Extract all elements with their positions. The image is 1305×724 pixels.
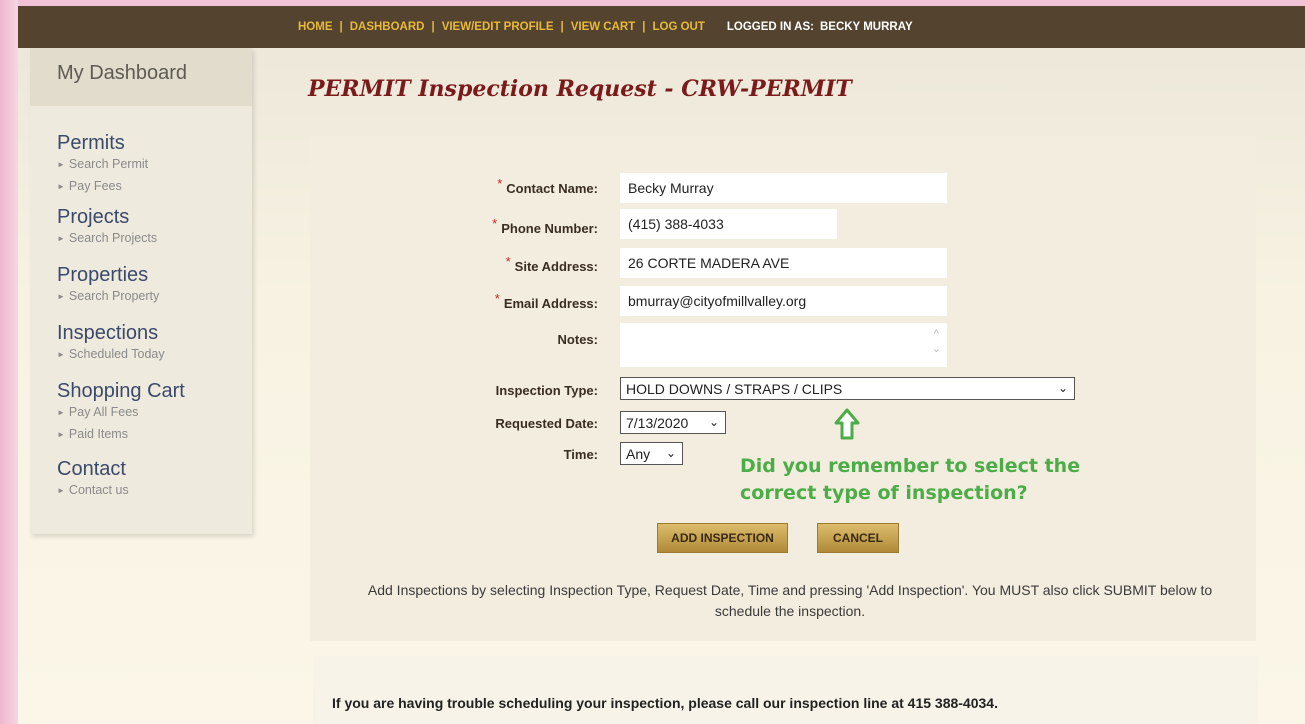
nav-home-link[interactable]: HOME: [298, 21, 333, 33]
sidebar-item-search-property[interactable]: ► Search Property: [57, 286, 252, 308]
nav-separator: |: [339, 21, 343, 33]
cancel-button[interactable]: CANCEL: [817, 523, 899, 553]
sidebar-section-inspections: Inspections ► Scheduled Today: [30, 322, 252, 366]
time-value: Any: [626, 445, 651, 462]
sidebar-section-shopping-cart: Shopping Cart ► Pay All Fees ► Paid Items: [30, 380, 252, 446]
contact-name-label-text: Contact Name:: [506, 181, 598, 196]
scroll-up-icon[interactable]: ^: [932, 327, 941, 342]
help-panel: [313, 656, 1258, 724]
sidebar-item-label: Search Projects: [68, 231, 158, 245]
bullet-icon: ►: [57, 486, 65, 495]
email-address-label: * Email Address:: [298, 291, 598, 311]
hint-message: Did you remember to select the correct t…: [740, 453, 1140, 507]
hint-line-2: correct type of inspection?: [740, 482, 1028, 504]
nav-cart-link[interactable]: VIEW CART: [571, 21, 636, 33]
sidebar-item-pay-fees[interactable]: ► Pay Fees: [57, 176, 252, 198]
required-marker: *: [494, 291, 500, 306]
nav-separator: |: [560, 21, 564, 33]
bullet-icon: ►: [57, 408, 65, 417]
bullet-icon: ►: [57, 350, 65, 359]
logged-in-label: LOGGED IN AS:: [726, 21, 814, 33]
requested-date-select[interactable]: 7/13/2020 ⌄: [620, 411, 726, 434]
logged-in-user: BECKY MURRAY: [819, 21, 913, 33]
contact-name-field[interactable]: Becky Murray: [620, 173, 947, 203]
bullet-icon: ►: [57, 234, 65, 243]
inspection-type-select[interactable]: HOLD DOWNS / STRAPS / CLIPS ⌄: [620, 377, 1075, 400]
sidebar-heading[interactable]: My Dashboard: [30, 48, 252, 106]
sidebar-title-contact[interactable]: Contact: [57, 458, 252, 480]
sidebar-item-label: Search Permit: [68, 157, 149, 171]
notes-textarea[interactable]: ^ ⌄: [620, 323, 947, 367]
required-marker: *: [505, 254, 511, 269]
notes-label: Notes:: [557, 332, 598, 347]
time-select[interactable]: Any ⌄: [620, 442, 683, 465]
page: HOME | DASHBOARD | VIEW/EDIT PROFILE | V…: [18, 6, 1305, 724]
nav-separator: |: [642, 21, 646, 33]
required-marker: *: [492, 216, 498, 231]
time-label: Time:: [563, 447, 598, 462]
email-address-field[interactable]: bmurray@cityofmillvalley.org: [620, 286, 947, 316]
nav-dashboard-link[interactable]: DASHBOARD: [350, 21, 425, 33]
sidebar-section-properties: Properties ► Search Property: [30, 264, 252, 308]
window-left-edge: [0, 0, 18, 724]
scroll-down-icon[interactable]: ⌄: [932, 342, 941, 357]
sidebar-item-search-permit[interactable]: ► Search Permit: [57, 154, 252, 176]
contact-name-label: * Contact Name:: [298, 176, 598, 196]
phone-number-label-text: Phone Number:: [501, 221, 598, 236]
sidebar-title-properties[interactable]: Properties: [57, 264, 252, 286]
sidebar-item-label: Contact us: [68, 483, 129, 497]
inspection-type-value: HOLD DOWNS / STRAPS / CLIPS: [626, 380, 843, 397]
chevron-down-icon: ⌄: [708, 415, 719, 429]
nav-separator: |: [431, 21, 435, 33]
sidebar: My Dashboard Permits ► Search Permit ► Pay…: [30, 48, 252, 534]
sidebar-item-paid-items[interactable]: ► Paid Items: [57, 424, 252, 446]
bullet-icon: ►: [57, 160, 65, 169]
sidebar-item-contact-us[interactable]: ► Contact us: [57, 480, 252, 502]
inspection-type-label: Inspection Type:: [495, 383, 598, 398]
site-address-label-text: Site Address:: [514, 259, 598, 274]
sidebar-section-projects: Projects ► Search Projects: [30, 206, 252, 250]
up-arrow-icon: [834, 408, 860, 440]
site-address-label: * Site Address:: [298, 254, 598, 274]
bullet-icon: ►: [57, 430, 65, 439]
sidebar-item-label: Paid Items: [68, 427, 128, 441]
sidebar-item-scheduled-today[interactable]: ► Scheduled Today: [57, 344, 252, 366]
sidebar-item-label: Pay Fees: [68, 179, 122, 193]
chevron-down-icon: ⌄: [1057, 381, 1068, 395]
sidebar-item-pay-all-fees[interactable]: ► Pay All Fees: [57, 402, 252, 424]
nav-profile-link[interactable]: VIEW/EDIT PROFILE: [442, 21, 554, 33]
sidebar-item-search-projects[interactable]: ► Search Projects: [57, 228, 252, 250]
chevron-down-icon: ⌄: [665, 446, 676, 460]
bullet-icon: ►: [57, 182, 65, 191]
sidebar-title-inspections[interactable]: Inspections: [57, 322, 252, 344]
email-address-label-text: Email Address:: [503, 296, 598, 311]
help-text: If you are having trouble scheduling you…: [332, 695, 998, 711]
bullet-icon: ►: [57, 292, 65, 301]
sidebar-section-permits: Permits ► Search Permit ► Pay Fees: [30, 132, 252, 198]
sidebar-item-label: Pay All Fees: [68, 405, 139, 419]
phone-number-field[interactable]: (415) 388-4033: [620, 209, 837, 239]
top-nav: HOME | DASHBOARD | VIEW/EDIT PROFILE | V…: [18, 6, 1305, 48]
add-inspection-button[interactable]: ADD INSPECTION: [657, 523, 788, 553]
sidebar-title-permits[interactable]: Permits: [57, 132, 252, 154]
textarea-scroll-arrows[interactable]: ^ ⌄: [932, 327, 941, 357]
sidebar-item-label: Search Property: [68, 289, 160, 303]
nav-logout-link[interactable]: LOG OUT: [652, 21, 704, 33]
required-marker: *: [497, 176, 503, 191]
hint-line-1: Did you remember to select the: [740, 455, 1081, 477]
sidebar-title-shopping-cart[interactable]: Shopping Cart: [57, 380, 252, 402]
sidebar-section-contact: Contact ► Contact us: [30, 458, 252, 502]
requested-date-value: 7/13/2020: [626, 414, 689, 431]
phone-number-label: * Phone Number:: [298, 216, 598, 236]
requested-date-label: Requested Date:: [495, 416, 598, 431]
instructions-text: Add Inspections by selecting Inspection …: [367, 582, 1213, 619]
site-address-field[interactable]: 26 CORTE MADERA AVE: [620, 248, 947, 278]
sidebar-title-projects[interactable]: Projects: [57, 206, 252, 228]
sidebar-item-label: Scheduled Today: [68, 347, 165, 361]
page-title: PERMIT Inspection Request - CRW-PERMIT: [308, 76, 852, 102]
